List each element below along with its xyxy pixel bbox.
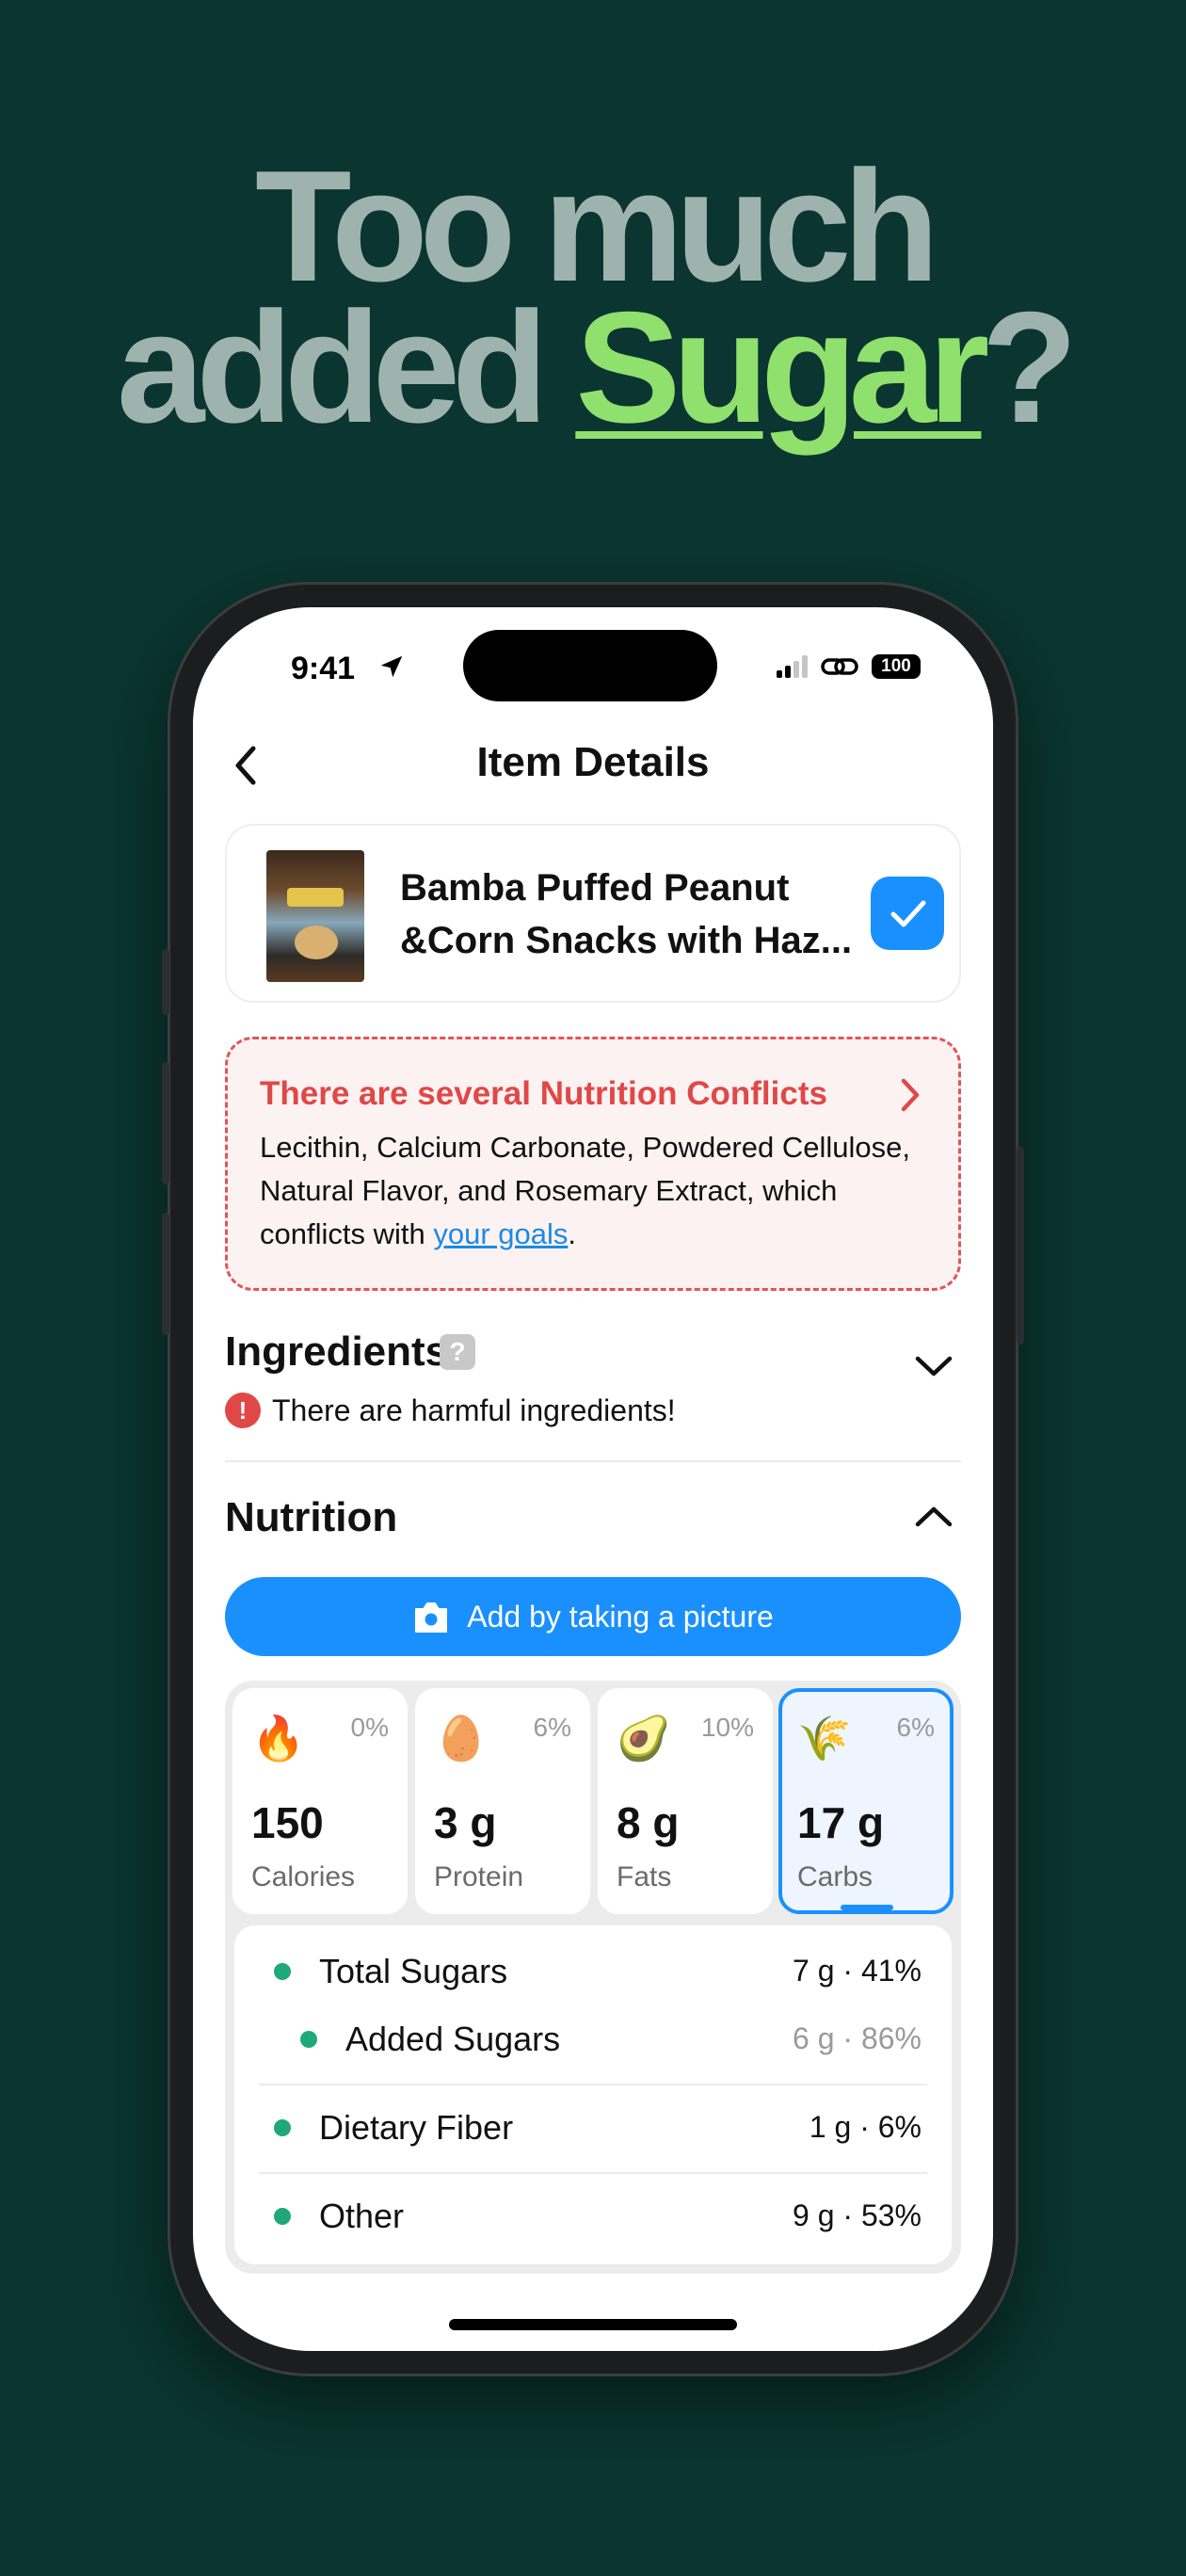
macro-card-protein[interactable]: 🥚 6% 3 g Protein	[415, 1688, 590, 1914]
breakdown-amount: 1 g · 6%	[809, 2110, 922, 2144]
breakdown-row-added-sugars: Added Sugars 6 g · 86%	[234, 2006, 952, 2072]
egg-icon: 🥚	[434, 1714, 489, 1763]
macro-value: 8 g	[617, 1798, 680, 1847]
section-divider	[225, 1460, 961, 1462]
page-title: Item Details	[476, 739, 710, 785]
macro-card-carbs[interactable]: 🌾 6% 17 g Carbs	[778, 1688, 954, 1914]
location-arrow-icon	[380, 655, 403, 678]
breakdown-row-dietary-fiber: Dietary Fiber 1 g · 6%	[234, 2095, 952, 2161]
selected-indicator	[841, 1905, 893, 1910]
headline-line-2-end: ?	[981, 279, 1078, 456]
wheat-icon: 🌾	[797, 1714, 852, 1763]
home-indicator	[449, 2319, 737, 2330]
bullet-dot	[274, 2119, 291, 2136]
macro-value: 150	[251, 1798, 324, 1847]
ingredients-heading: Ingredients	[225, 1328, 449, 1375]
breakdown-amount: 9 g · 53%	[793, 2198, 922, 2232]
bullet-dot	[274, 1963, 291, 1980]
row-divider	[259, 2084, 927, 2085]
chevron-right-icon	[901, 1078, 920, 1112]
macro-value: 3 g	[434, 1798, 497, 1847]
headline-line-2-start: added	[116, 279, 576, 456]
conflict-description-end: .	[568, 1217, 576, 1250]
nutrition-panel: 🔥 0% 150 Calories 🥚 6% 3 g Protein 🥑 10%…	[225, 1681, 961, 2274]
breakdown-name: Dietary Fiber	[319, 2108, 514, 2147]
checkmark-icon	[890, 900, 926, 927]
status-time: 9:41	[291, 651, 356, 686]
conflict-description: Lecithin, Calcium Carbonate, Powdered Ce…	[260, 1126, 938, 1256]
breakdown-amount: 6 g · 86%	[793, 2021, 922, 2055]
phone-volume-down	[162, 1213, 169, 1335]
add-by-picture-label: Add by taking a picture	[467, 1599, 774, 1634]
chevron-up-icon[interactable]	[912, 1502, 955, 1530]
product-name: Bamba Puffed Peanut &Corn Snacks with Ha…	[400, 867, 853, 961]
breakdown-row-total-sugars: Total Sugars 7 g · 41%	[234, 1939, 952, 2004]
macro-label: Protein	[434, 1861, 524, 1892]
app-screen: 9:41 100 Item Details Bamba Puffed Peanu…	[193, 607, 993, 2351]
carbs-breakdown: Total Sugars 7 g · 41% Added Sugars 6 g …	[234, 1925, 952, 2264]
chevron-down-icon[interactable]	[912, 1351, 955, 1379]
row-divider	[259, 2172, 927, 2174]
cellular-signal-icon	[777, 655, 808, 678]
nutrition-conflict-alert[interactable]: There are several Nutrition Conflicts Le…	[225, 1037, 961, 1291]
macro-card-fats[interactable]: 🥑 10% 8 g Fats	[598, 1688, 773, 1914]
breakdown-name: Other	[319, 2197, 405, 2235]
phone-volume-up	[162, 1062, 169, 1184]
macro-label: Calories	[251, 1861, 356, 1892]
phone-power-button	[1017, 1147, 1024, 1344]
phone-action-button	[162, 949, 169, 1015]
link-icon	[821, 658, 858, 675]
nutrition-heading: Nutrition	[225, 1494, 398, 1540]
add-by-picture-button[interactable]: Add by taking a picture	[225, 1577, 961, 1656]
bullet-dot	[300, 2031, 317, 2048]
phone-frame: 9:41 100 Item Details Bamba Puffed Peanu…	[162, 582, 1024, 2376]
macro-percent: 0%	[350, 1713, 389, 1742]
macro-value: 17 g	[797, 1798, 885, 1847]
fire-icon: 🔥	[251, 1714, 306, 1763]
help-icon[interactable]: ?	[440, 1334, 475, 1370]
your-goals-link[interactable]: your goals	[433, 1217, 568, 1250]
warning-icon: !	[225, 1393, 261, 1428]
status-indicators: 100	[777, 654, 921, 679]
headline-accent-word: Sugar	[575, 279, 989, 456]
breakdown-name: Total Sugars	[319, 1952, 508, 1990]
battery-icon: 100	[872, 654, 921, 679]
headline: Too much added Sugar?	[0, 137, 1186, 446]
product-image	[266, 850, 364, 982]
select-checkbox[interactable]	[871, 877, 944, 950]
ingredients-warning: There are harmful ingredients!	[272, 1393, 676, 1427]
headline-line-1: Too much	[254, 137, 939, 314]
headline-line-2: added Sugar?	[0, 288, 1186, 446]
macro-percent: 10%	[700, 1713, 754, 1742]
breakdown-name: Added Sugars	[345, 2020, 561, 2058]
breakdown-row-other: Other 9 g · 53%	[234, 2183, 952, 2249]
bullet-dot	[274, 2208, 291, 2225]
macro-label: Carbs	[797, 1861, 873, 1892]
dynamic-island	[463, 630, 717, 701]
macro-label: Fats	[617, 1861, 672, 1892]
macro-percent: 6%	[533, 1713, 571, 1742]
macro-card-calories[interactable]: 🔥 0% 150 Calories	[232, 1688, 408, 1914]
conflict-description-text: Lecithin, Calcium Carbonate, Powdered Ce…	[260, 1131, 910, 1250]
avocado-icon: 🥑	[617, 1714, 671, 1763]
product-card[interactable]: Bamba Puffed Peanut &Corn Snacks with Ha…	[225, 824, 961, 1003]
breakdown-amount: 7 g · 41%	[793, 1954, 922, 1988]
macro-percent: 6%	[896, 1713, 935, 1742]
conflict-title: There are several Nutrition Conflicts	[260, 1075, 827, 1112]
camera-icon	[415, 1602, 448, 1633]
